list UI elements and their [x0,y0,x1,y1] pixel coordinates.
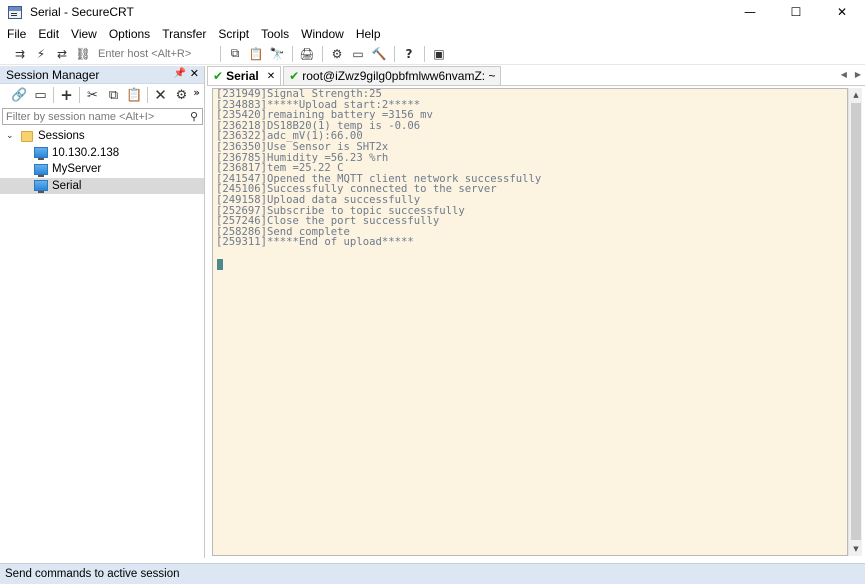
connect-icon[interactable]: ⇉ [10,45,30,63]
connect-session-icon[interactable]: 🔗 [9,85,30,105]
menu-bar: File Edit View Options Transfer Script T… [0,24,865,43]
toolbar-divider [53,87,54,103]
main-toolbar: ⇉ ⚡ ⇄ ⛓ ⧉ 📋 🔭 🖨 ⚙ ▭ 🔨 ? ▣ [0,43,865,65]
tree-item-session[interactable]: 10.130.2.138 [0,145,204,162]
help-icon[interactable]: ? [399,45,419,63]
menu-options[interactable]: Options [109,27,150,41]
connected-check-icon: ✔ [289,69,300,83]
sftp-icon[interactable]: ▭ [348,45,368,63]
close-window-button[interactable]: ✕ [819,0,865,24]
chevron-down-icon[interactable]: ⌄ [6,131,18,141]
menu-transfer[interactable]: Transfer [162,27,206,41]
toolbar-divider [394,45,395,62]
session-filter: ⚲ [2,108,203,125]
quick-connect-icon[interactable]: ⚡ [31,45,51,63]
minimize-button[interactable]: — [727,0,773,24]
session-manager-header: Session Manager 📌 ✕ [0,66,204,84]
menu-window[interactable]: Window [301,27,344,41]
terminal-scrollbar[interactable]: ▲ ▼ [848,88,862,556]
close-tab-icon[interactable]: ✕ [267,71,275,82]
find-icon[interactable]: 🔭 [267,45,287,63]
scrollbar-thumb[interactable] [851,103,861,540]
session-manager-panel: Session Manager 📌 ✕ 🔗 ▭ + ✂ ⧉ 📋 ✕ ⚙ » ⚲ … [0,66,205,558]
tab-scroll-left-icon[interactable]: ◀ [841,70,847,79]
menu-edit[interactable]: Edit [38,27,59,41]
terminal-cursor [217,259,223,270]
menu-view[interactable]: View [71,27,97,41]
session-manager-toolbar: 🔗 ▭ + ✂ ⧉ 📋 ✕ ⚙ [0,84,204,106]
computer-icon [34,180,48,194]
menu-tools[interactable]: Tools [261,27,289,41]
tree-item-label: Serial [52,179,82,192]
terminal-output[interactable]: [231949]Signal Strength:25 [234883]*****… [212,88,848,556]
toolbar-divider [147,87,148,103]
settings-icon[interactable]: ⚙ [327,45,347,63]
tree-item-label: 10.130.2.138 [52,146,120,159]
toolbar-divider [322,45,323,62]
command-bar-label: Send commands to active session [5,568,180,580]
tab-label: root@iZwz9gilg0pbfmlww6nvamZ: ~ [302,69,496,83]
terminal-line: [249158]Upload data successfully [216,193,421,206]
new-session-icon[interactable]: + [56,85,77,105]
session-manager-title: Session Manager [6,67,100,82]
tree-item-label: MyServer [52,163,102,176]
tab-scroll-right-icon[interactable]: ▶ [855,70,861,79]
toolbar-divider [424,45,425,62]
computer-icon [34,147,48,161]
tree-item-session-selected[interactable]: Serial [0,177,204,194]
scroll-down-arrow-icon[interactable]: ▼ [849,542,863,556]
menu-script[interactable]: Script [218,27,249,41]
search-icon[interactable]: ⚲ [186,110,202,123]
terminal-line: [259311]*****End of upload***** [216,236,414,249]
more-chevron-icon[interactable]: » [193,86,200,99]
session-tree: ⌄ Sessions 10.130.2.138 MyServer Serial [0,128,204,194]
window-controls: — ☐ ✕ [727,0,865,24]
enter-host-input[interactable] [98,45,216,62]
tab-serial[interactable]: ✔ Serial ✕ [207,66,282,85]
folder-icon [21,130,33,142]
session-tab-bar: ✔ Serial ✕ ✔ root@iZwz9gilg0pbfmlww6nvam… [207,66,865,86]
session-filter-input[interactable] [3,110,186,123]
reconnect-icon[interactable]: ⇄ [52,45,72,63]
securecrt-app-icon [8,5,22,19]
terminal-line: [236350]Use Sensor is SHT2x [216,140,389,153]
window-title: Serial - SecureCRT [30,5,134,19]
pin-icon[interactable]: 📌 [174,68,186,79]
maximize-button[interactable]: ☐ [773,0,819,24]
toolbar-divider [79,87,80,103]
paste-icon[interactable]: 📋 [246,45,266,63]
terminal-line: [231949]Signal Strength:25 [216,88,382,100]
tree-folder-sessions[interactable]: ⌄ Sessions [0,128,204,145]
copy-icon[interactable]: ⧉ [225,45,245,63]
tab-label: Serial [226,69,259,83]
paste-session-icon[interactable]: 📋 [124,85,145,105]
tab-navigation: ◀ ▶ [833,70,861,79]
title-bar: Serial - SecureCRT — ☐ ✕ [0,0,865,24]
menu-file[interactable]: File [7,27,26,41]
connect-tab-icon[interactable]: ▭ [30,85,51,105]
print-icon[interactable]: 🖨 [297,45,317,63]
tree-folder-label: Sessions [38,130,85,143]
copy-session-icon[interactable]: ⧉ [103,85,124,105]
computer-icon [34,163,48,177]
close-panel-icon[interactable]: ✕ [190,67,199,80]
delete-icon[interactable]: ✕ [150,85,171,105]
scroll-up-arrow-icon[interactable]: ▲ [849,88,863,102]
cut-icon[interactable]: ✂ [82,85,103,105]
properties-icon[interactable]: ⚙ [171,85,192,105]
toolbar-divider [292,45,293,62]
command-window-bar[interactable]: Send commands to active session [0,563,865,584]
keymap-icon[interactable]: 🔨 [369,45,389,63]
toolbar-divider [220,45,221,62]
menu-help[interactable]: Help [356,27,381,41]
screenshot-icon[interactable]: ▣ [429,45,449,63]
tab-remote-root[interactable]: ✔ root@iZwz9gilg0pbfmlww6nvamZ: ~ [283,66,502,85]
disconnect-icon[interactable]: ⛓ [73,45,93,63]
connected-check-icon: ✔ [213,69,224,83]
tree-item-session[interactable]: MyServer [0,161,204,178]
